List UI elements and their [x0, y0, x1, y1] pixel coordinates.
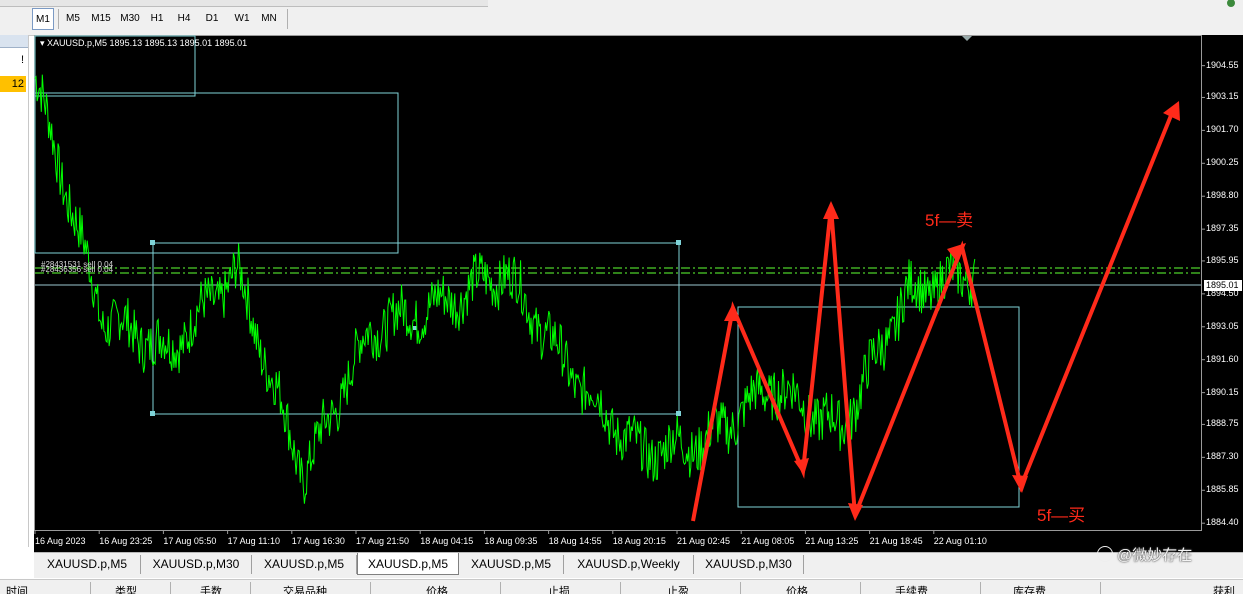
order-label: #28436356 sell 0.04	[41, 265, 114, 274]
trade-table-header: 时间 类型 手数 交易品种 价格 止损 止盈 价格 手续费 库存费 获利	[0, 579, 1243, 594]
price-chart[interactable]: ▾ XAUUSD.p,M5 1895.13 1895.13 1895.01 18…	[34, 35, 1243, 552]
time-tick-label: 21 Aug 08:05	[741, 536, 795, 546]
time-tick-label: 22 Aug 01:10	[933, 536, 987, 546]
time-tick-label: 17 Aug 05:50	[163, 536, 217, 546]
col-header-stop-loss[interactable]: 止损	[548, 583, 570, 594]
left-strip-badge: 12	[0, 76, 26, 92]
price-tick-label: 1897.35	[1206, 223, 1239, 234]
col-header-price[interactable]: 价格	[426, 583, 448, 594]
col-header-commission[interactable]: 手续费	[895, 583, 928, 594]
timeframe-h4-button[interactable]: H4	[173, 8, 195, 30]
price-tick-label: 1887.30	[1206, 451, 1239, 462]
watermark-logo-icon	[1097, 546, 1113, 562]
timeframe-w1-button[interactable]: W1	[230, 8, 254, 30]
col-header-current-price[interactable]: 价格	[786, 583, 808, 594]
time-tick-label: 17 Aug 11:10	[227, 536, 280, 546]
timeframe-h1-button[interactable]: H1	[146, 8, 168, 30]
price-tick-label: 1900.25	[1206, 157, 1239, 168]
tab-chart-4-active[interactable]: XAUUSD.p,M5	[357, 553, 459, 575]
timeframe-m30-button[interactable]: M30	[117, 8, 143, 30]
chart-symbol-info: ▾ XAUUSD.p,M5 1895.13 1895.13 1895.01 18…	[40, 38, 248, 48]
price-tick-label: 1890.15	[1206, 386, 1239, 397]
buy-annotation: 5f—买	[1037, 506, 1086, 525]
chart-shift-marker[interactable]	[962, 36, 972, 41]
sell-annotation: 5f—卖	[925, 211, 974, 230]
time-tick-label: 18 Aug 09:35	[484, 536, 538, 546]
plot-frame	[34, 35, 1202, 531]
rectangle-object[interactable]	[34, 92, 399, 254]
timeframe-m5-button[interactable]: M5	[62, 8, 84, 30]
chart-canvas	[34, 35, 1205, 534]
col-header-take-profit[interactable]: 止盈	[667, 583, 689, 594]
rectangle-handles[interactable]	[150, 240, 681, 416]
price-tick-label: 1893.05	[1206, 320, 1239, 331]
toolbar-separator	[58, 9, 59, 29]
time-tick-label: 21 Aug 13:25	[805, 536, 859, 546]
timeframe-mn-button[interactable]: MN	[257, 8, 281, 30]
price-tick-label: 1895.95	[1206, 254, 1239, 265]
arrow-heads	[724, 101, 1180, 521]
left-strip-header	[0, 35, 28, 48]
price-tick-label: 1884.40	[1206, 517, 1239, 528]
price-tick-label: 1901.70	[1206, 124, 1239, 135]
timeframe-m1-button[interactable]: M1	[32, 8, 54, 30]
price-tick-label: 1903.15	[1206, 91, 1239, 102]
price-tick-label: 1904.55	[1206, 59, 1239, 70]
tab-chart-1[interactable]: XAUUSD.p,M5	[34, 555, 141, 574]
time-tick-label: 18 Aug 14:55	[548, 536, 602, 546]
col-header-volume[interactable]: 手数	[200, 583, 222, 594]
price-tick-label: 1891.60	[1206, 353, 1239, 364]
toolbar-top-strip	[0, 0, 488, 7]
col-header-symbol[interactable]: 交易品种	[283, 583, 327, 594]
toolbar-separator	[287, 9, 288, 29]
price-tick-label: 1885.85	[1206, 484, 1239, 495]
col-header-profit[interactable]: 获利	[1213, 583, 1235, 594]
chart-symbol-text: XAUUSD.p,M5 1895.13 1895.13 1895.01 1895…	[47, 38, 248, 48]
time-tick-label: 21 Aug 18:45	[869, 536, 923, 546]
left-market-watch-strip: ! 12	[0, 35, 29, 547]
timeframe-d1-button[interactable]: D1	[201, 8, 223, 30]
time-tick-label: 21 Aug 02:45	[677, 536, 731, 546]
price-tick-label: 1898.80	[1206, 190, 1239, 201]
col-header-time[interactable]: 时间	[6, 583, 28, 594]
col-header-type[interactable]: 类型	[115, 583, 137, 594]
tab-chart-7[interactable]: XAUUSD.p,M30	[694, 555, 804, 574]
watermark-text: @微妙存在	[1117, 547, 1193, 564]
watermark: @微妙存在	[1097, 544, 1192, 566]
col-header-swap[interactable]: 库存费	[1013, 583, 1046, 594]
price-tick-label: 1888.75	[1206, 418, 1239, 429]
price-tick-label: 1894.50	[1206, 287, 1239, 298]
tab-chart-5[interactable]: XAUUSD.p,M5	[459, 555, 564, 574]
tab-chart-2[interactable]: XAUUSD.p,M30	[141, 555, 252, 574]
time-tick-label: 18 Aug 20:15	[612, 536, 666, 546]
chart-tabs: XAUUSD.p,M5 XAUUSD.p,M30 XAUUSD.p,M5 XAU…	[34, 552, 1243, 578]
timeframe-m15-button[interactable]: M15	[88, 8, 114, 30]
tab-chart-6[interactable]: XAUUSD.p,Weekly	[564, 555, 694, 574]
zigzag-annotation-path[interactable]	[691, 112, 1174, 522]
toolbar-corner-icon[interactable]	[1222, 0, 1240, 10]
time-tick-label: 16 Aug 2023	[35, 536, 86, 546]
price-series-line	[34, 74, 976, 504]
tab-chart-3[interactable]: XAUUSD.p,M5	[252, 555, 357, 574]
time-tick-label: 17 Aug 16:30	[291, 536, 345, 546]
left-strip-marker: !	[20, 54, 24, 66]
timeframe-toolbar: M1 M5 M15 M30 H1 H4 D1 W1 MN	[0, 0, 1243, 36]
time-tick-label: 18 Aug 04:15	[420, 536, 474, 546]
time-tick-label: 16 Aug 23:25	[99, 536, 153, 546]
time-tick-label: 17 Aug 21:50	[356, 536, 410, 546]
